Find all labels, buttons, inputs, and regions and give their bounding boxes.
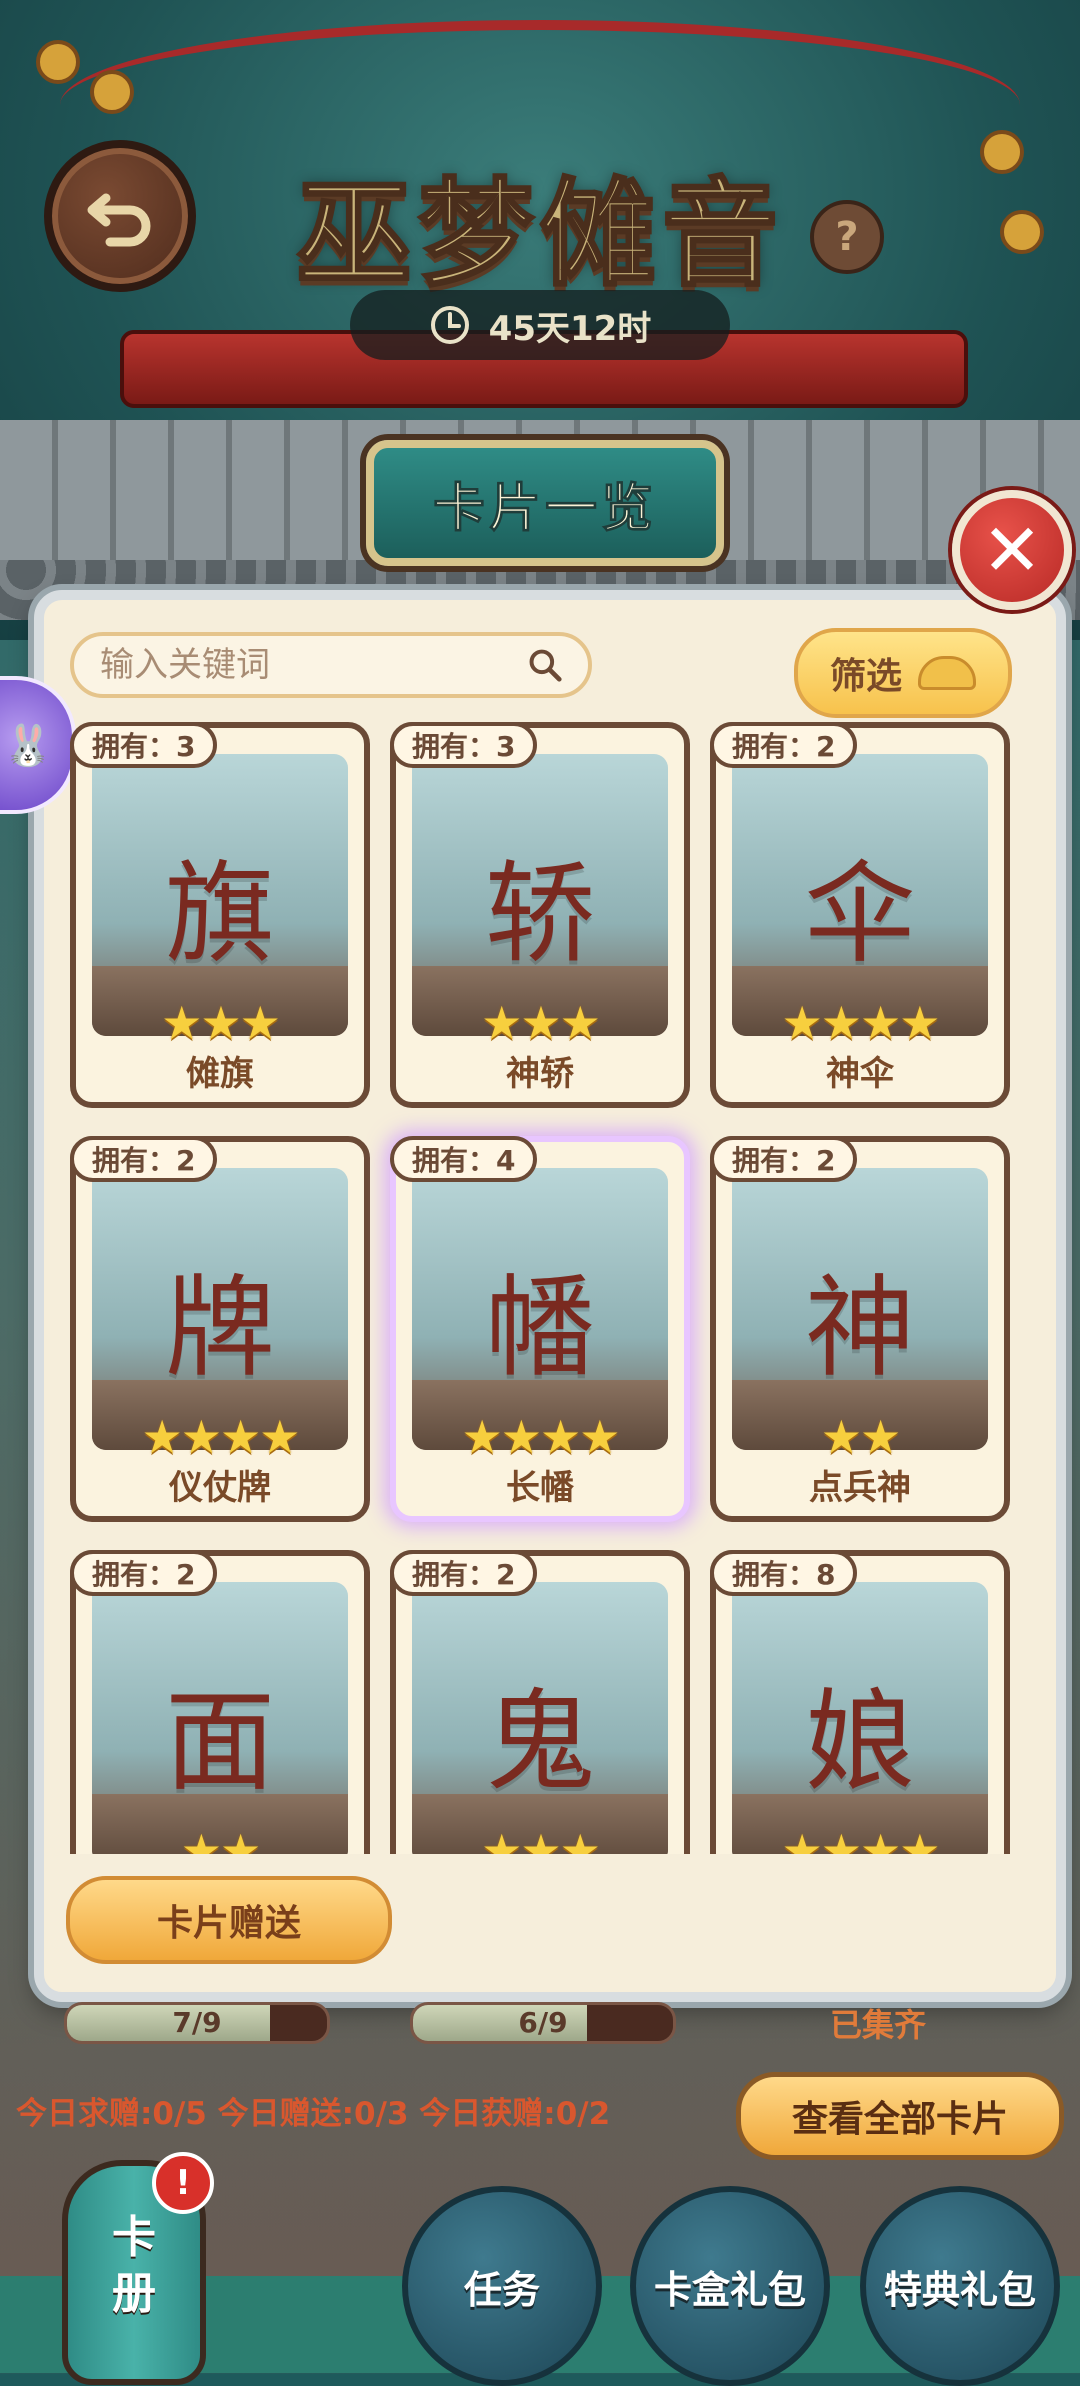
bunny-icon: 🐰 — [3, 722, 53, 769]
help-button[interactable]: ? — [810, 200, 884, 274]
star-rating: ★★★ — [161, 996, 281, 1050]
tasks-label: 任务 — [463, 2267, 540, 2312]
card-box-pack-button[interactable]: 卡盒礼包 — [630, 2186, 830, 2386]
collection-progress-bar: 6/9 — [410, 2002, 676, 2044]
card-art: 伞 — [732, 754, 988, 1036]
owned-count-badge: 拥有：3 — [70, 722, 218, 768]
card-art: 轿 — [412, 754, 668, 1036]
star-rating: ★★★★ — [781, 996, 941, 1050]
decor-coin — [1000, 210, 1044, 254]
card-art: 牌 — [92, 1168, 348, 1450]
card-item[interactable]: 娘 拥有：8 ★★★★ — [710, 1550, 1010, 1854]
owned-count-badge: 拥有：8 — [710, 1550, 858, 1596]
star-rating: ★★★ — [481, 996, 601, 1050]
card-item[interactable]: 牌 拥有：2 ★★★★ 仪仗牌 — [70, 1136, 370, 1522]
alert-badge-icon: ! — [152, 2152, 214, 2214]
back-arrow-icon — [87, 193, 151, 247]
progress-text: 6/9 — [518, 2006, 568, 2039]
card-art: 幡 — [412, 1168, 668, 1450]
owned-count-badge: 拥有：2 — [70, 1550, 218, 1596]
game-title: 巫梦傩音 — [295, 166, 784, 304]
collection-progress-bar: 7/9 — [64, 2002, 330, 2044]
card-art: 神 — [732, 1168, 988, 1450]
search-bar[interactable] — [70, 632, 592, 698]
decor-coin — [980, 130, 1024, 174]
card-name: 点兵神 — [809, 1468, 911, 1508]
card-name: 傩旗 — [186, 1054, 254, 1094]
filter-label: 筛选 — [829, 656, 902, 697]
card-art-glyph: 面 — [165, 1678, 275, 1806]
panel-title: 卡片一览 — [366, 440, 724, 566]
card-art: 鬼 — [412, 1582, 668, 1854]
card-item[interactable]: 神 拥有：2 ★★ 点兵神 — [710, 1136, 1010, 1522]
close-button[interactable]: ✕ — [952, 490, 1072, 610]
lantern-label: 卡册 — [112, 2212, 156, 2319]
card-name: 神轿 — [506, 1054, 574, 1094]
star-rating: ★★★★ — [781, 1824, 941, 1854]
owned-count-badge: 拥有：2 — [710, 1136, 858, 1182]
card-gift-button[interactable]: 卡片赠送 — [66, 1876, 392, 1964]
owned-count-badge: 拥有：2 — [390, 1550, 538, 1596]
decor-coin — [36, 40, 80, 84]
owned-count-badge: 拥有：3 — [390, 722, 538, 768]
card-art-glyph: 旗 — [165, 850, 275, 978]
special-pack-label: 特典礼包 — [883, 2267, 1036, 2312]
card-item[interactable]: 鬼 拥有：2 ★★★ — [390, 1550, 690, 1854]
special-pack-button[interactable]: 特典礼包 — [860, 2186, 1060, 2386]
search-input[interactable] — [98, 644, 526, 686]
card-art-glyph: 幡 — [485, 1264, 595, 1392]
collected-label: 已集齐 — [830, 2006, 927, 2044]
star-rating: ★★ — [180, 1824, 261, 1854]
card-art-glyph: 鬼 — [485, 1678, 595, 1806]
card-art-glyph: 牌 — [165, 1264, 275, 1392]
star-rating: ★★ — [820, 1410, 901, 1464]
view-all-cards-button[interactable]: 查看全部卡片 — [736, 2072, 1064, 2160]
card-art: 旗 — [92, 754, 348, 1036]
progress-text: 7/9 — [172, 2006, 222, 2039]
card-art-glyph: 伞 — [805, 850, 915, 978]
star-rating: ★★★ — [481, 1824, 601, 1854]
card-item[interactable]: 轿 拥有：3 ★★★ 神轿 — [390, 722, 690, 1108]
card-art: 娘 — [732, 1582, 988, 1854]
filter-icon — [918, 656, 976, 690]
timer-text: 45天12时 — [488, 308, 652, 349]
clock-icon — [430, 306, 469, 344]
card-name: 仪仗牌 — [169, 1468, 271, 1508]
card-item[interactable]: 旗 拥有：3 ★★★ 傩旗 — [70, 722, 370, 1108]
card-box-pack-label: 卡盒礼包 — [653, 2267, 806, 2312]
decor-coin — [90, 70, 134, 114]
game-title-wrap: 巫梦傩音 — [270, 140, 810, 308]
card-item[interactable]: 面 拥有：2 ★★ — [70, 1550, 370, 1854]
owned-count-badge: 拥有：4 — [390, 1136, 538, 1182]
filter-button[interactable]: 筛选 — [794, 628, 1012, 718]
card-art-glyph: 轿 — [485, 850, 595, 978]
star-rating: ★★★★ — [141, 1410, 301, 1464]
card-grid: 旗 拥有：3 ★★★ 傩旗 轿 拥有：3 ★★★ 神轿 伞 拥有：2 ★★★★ … — [60, 716, 1020, 1854]
owned-count-badge: 拥有：2 — [710, 722, 858, 768]
daily-gift-stats: 今日求赠:0/5 今日赠送:0/3 今日获赠:0/2 — [16, 2096, 611, 2132]
card-item[interactable]: 伞 拥有：2 ★★★★ 神伞 — [710, 722, 1010, 1108]
tasks-button[interactable]: 任务 — [402, 2186, 602, 2386]
card-name: 神伞 — [826, 1054, 894, 1094]
search-icon[interactable] — [526, 641, 564, 689]
card-art-glyph: 娘 — [805, 1678, 915, 1806]
event-timer: 45天12时 — [350, 290, 730, 360]
star-rating: ★★★★ — [461, 1410, 621, 1464]
card-item-selected[interactable]: 幡 拥有：4 ★★★★ 长幡 — [390, 1136, 690, 1522]
card-art-glyph: 神 — [805, 1264, 915, 1392]
owned-count-badge: 拥有：2 — [70, 1136, 218, 1182]
card-name: 长幡 — [506, 1468, 574, 1508]
card-art: 面 — [92, 1582, 348, 1854]
back-button[interactable] — [44, 140, 196, 292]
